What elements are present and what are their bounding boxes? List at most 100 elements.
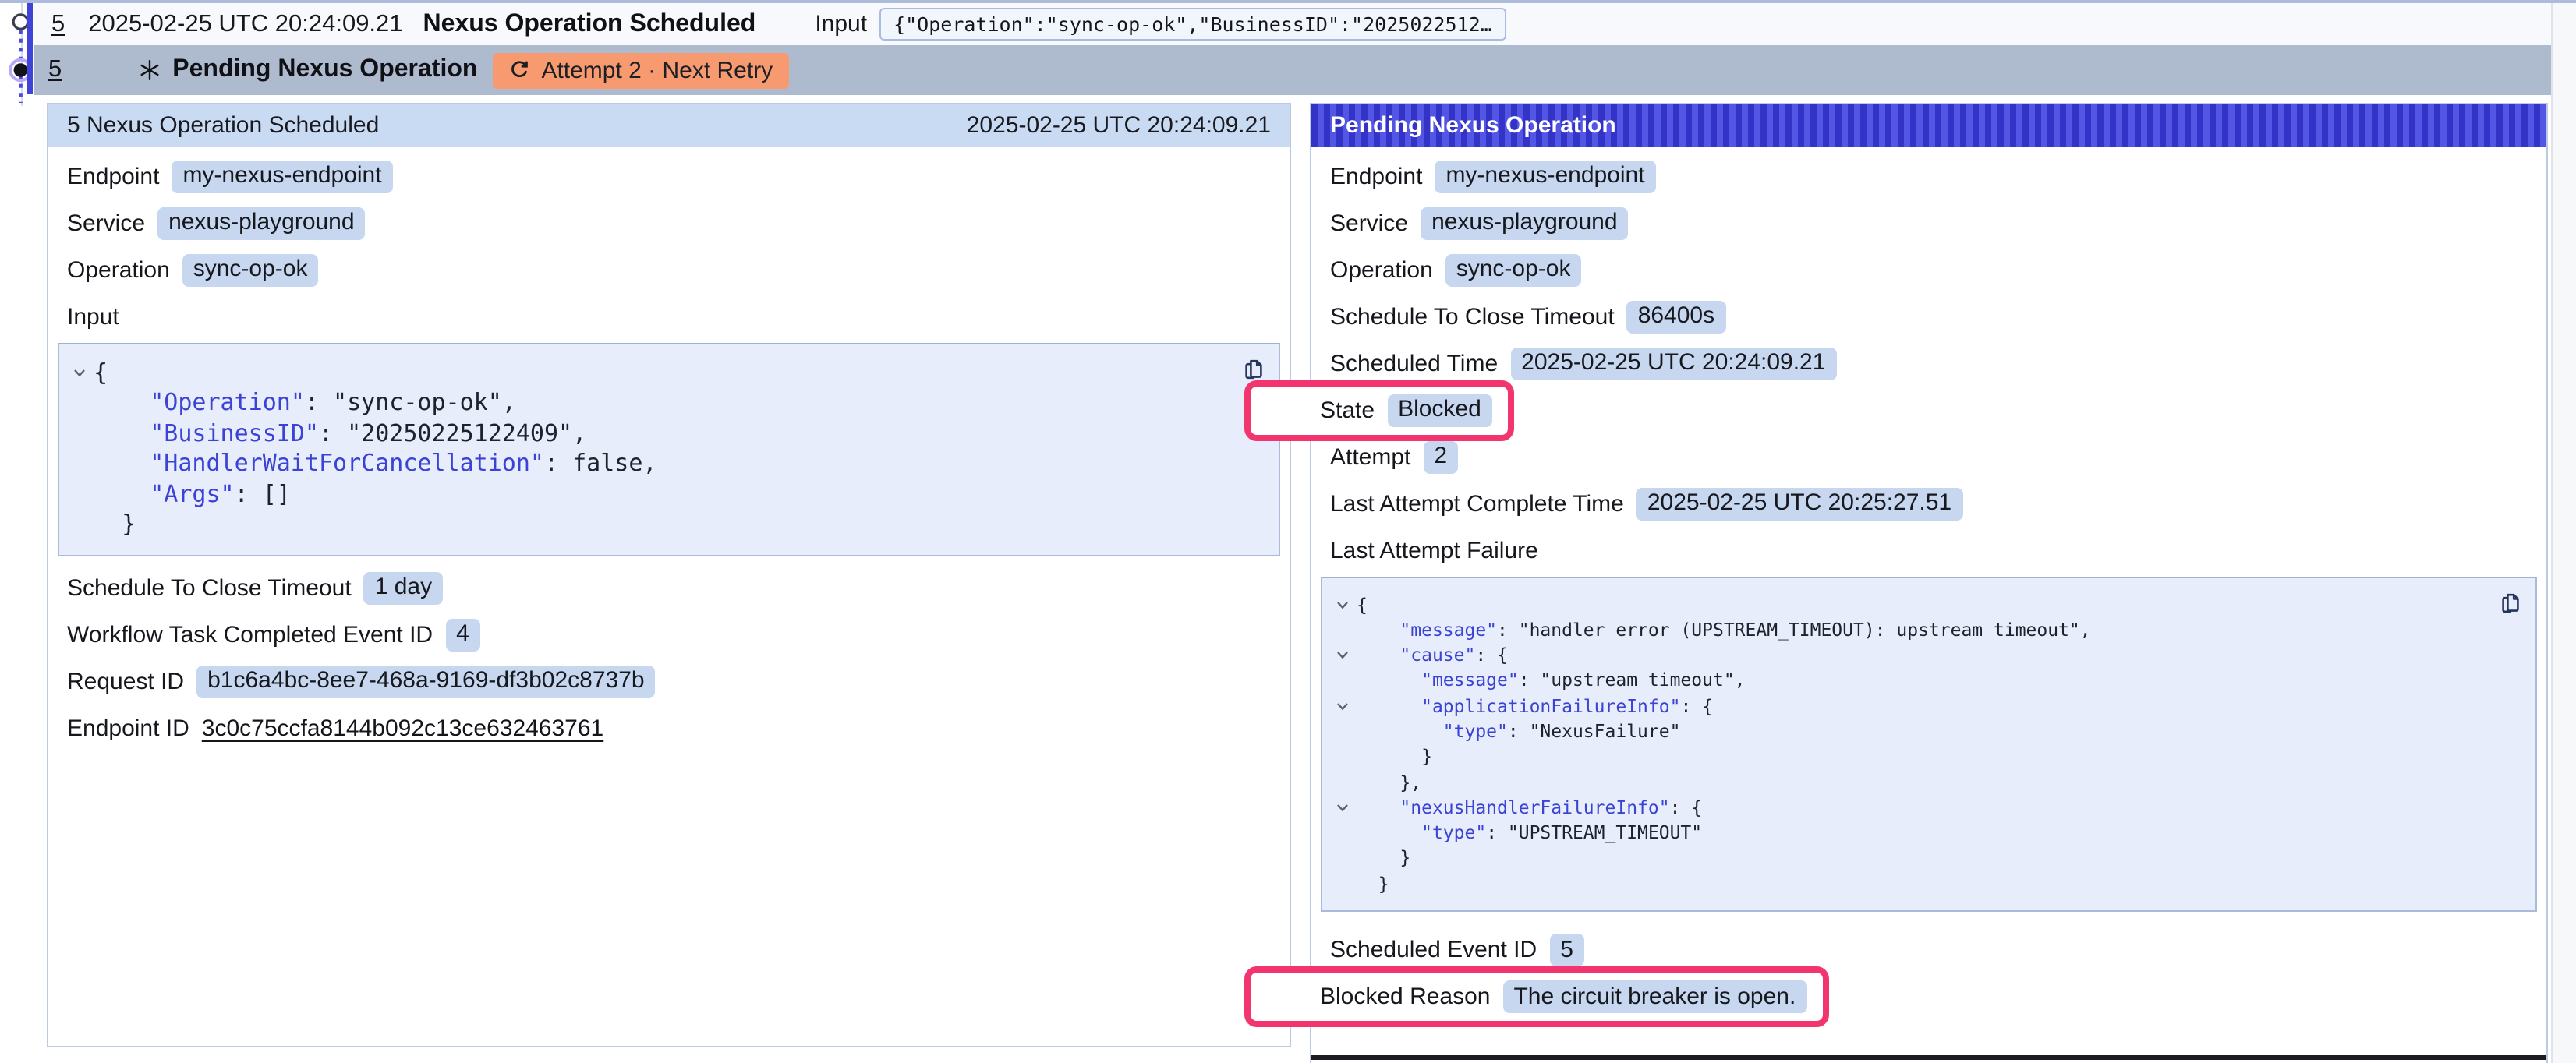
pending-star-icon — [138, 59, 160, 81]
json-code-block: { "Operation": "sync-op-ok", "BusinessID… — [58, 342, 1280, 556]
json-code-line: }, — [1329, 769, 2492, 795]
field-row: Schedule To Close Timeout 86400s — [1330, 300, 2528, 333]
json-code-line: } — [1329, 846, 2492, 871]
field-label: Endpoint — [1330, 163, 1422, 189]
panel-bottom-border — [1311, 1055, 2546, 1059]
field-row: Blocked ReasonThe circuit breaker is ope… — [1330, 980, 2528, 1013]
chevron-down-icon[interactable] — [1329, 693, 1357, 719]
field-row: Operation sync-op-ok — [67, 253, 1271, 286]
chevron-spacer — [1329, 846, 1357, 871]
scheduled-panel-header: 5 Nexus Operation Scheduled 2025-02-25 U… — [48, 104, 1290, 146]
chevron-spacer — [65, 388, 94, 418]
chevron-spacer — [1329, 820, 1357, 846]
copy-icon[interactable] — [1241, 356, 1266, 381]
json-code-line: "applicationFailureInfo": { — [1329, 693, 2492, 719]
field-value-chip: sync-op-ok — [182, 253, 319, 286]
field-value-chip: my-nexus-endpoint — [172, 160, 392, 192]
chevron-spacer — [1329, 668, 1357, 694]
chevron-spacer — [65, 418, 94, 449]
input-label: Input — [815, 11, 867, 37]
annotation-highlight: Blocked Reason The circuit breaker is ope… — [1244, 966, 1828, 1027]
json-code-block: { "message": "handler error (UPSTREAM_TI… — [1321, 576, 2537, 912]
json-code-line: } — [1329, 744, 2492, 770]
chevron-down-icon[interactable] — [1329, 592, 1357, 617]
scrollbar-track[interactable] — [2551, 3, 2576, 1063]
chevron-spacer — [1329, 719, 1357, 744]
json-code-line: "HandlerWaitForCancellation": false, — [65, 449, 1235, 479]
json-code-line: "message": "handler error (UPSTREAM_TIME… — [1329, 617, 2492, 643]
field-row: Schedule To Close Timeout1 day — [67, 571, 1271, 604]
field-label: Service — [67, 210, 145, 236]
field-value-chip: 2 — [1423, 440, 1458, 473]
json-code-line: "Args": [] — [65, 479, 1235, 510]
field-value-chip: 2025-02-25 UTC 20:25:27.51 — [1637, 487, 1962, 520]
field-label: Last Attempt Complete Time — [1330, 490, 1624, 517]
field-value-chip: my-nexus-endpoint — [1435, 160, 1655, 192]
chevron-down-icon[interactable] — [1329, 642, 1357, 668]
chevron-spacer — [65, 449, 94, 479]
retry-badge: Attempt 2 · Next Retry — [493, 52, 788, 88]
field-label: Last Attempt Failure — [1330, 537, 1538, 563]
pending-operation-panel: Pending Nexus Operation Endpoint my-nexus… — [1310, 103, 2548, 1063]
event-row-pending[interactable]: 5 Pending Nexus Operation Attempt 2 · Ne… — [34, 45, 2551, 95]
field-row: Service nexus-playground — [1330, 207, 2528, 239]
field-value-chip: Blocked — [1387, 394, 1492, 426]
input-preview-chip[interactable]: {"Operation":"sync-op-ok","BusinessID":"… — [879, 8, 1506, 41]
copy-icon[interactable] — [2498, 590, 2523, 615]
pending-panel-header: Pending Nexus Operation — [1311, 104, 2546, 146]
chevron-spacer — [1329, 871, 1357, 897]
field-label: Operation — [67, 256, 170, 283]
field-value-chip: sync-op-ok — [1445, 253, 1582, 286]
field-label: Input — [67, 303, 119, 330]
field-value-chip: 4 — [445, 618, 480, 651]
field-value-chip: 5 — [1549, 934, 1584, 966]
scheduled-event-panel: 5 Nexus Operation Scheduled 2025-02-25 U… — [47, 103, 1291, 1047]
event-id-link[interactable]: 5 — [51, 10, 65, 38]
chevron-down-icon[interactable] — [65, 358, 94, 388]
field-value-chip: 2025-02-25 UTC 20:24:09.21 — [1510, 347, 1836, 380]
field-label: Attempt — [1330, 443, 1410, 470]
field-row: Workflow Task Completed Event ID4 — [67, 618, 1271, 651]
annotation-highlight: StateBlocked — [1244, 380, 1514, 440]
retry-badge-label: Attempt 2 · Next Retry — [541, 57, 773, 83]
json-code-line: "nexusHandlerFailureInfo": { — [1329, 795, 2492, 821]
field-row: Endpoint my-nexus-endpoint — [67, 160, 1271, 192]
json-code-line: } — [65, 510, 1235, 540]
field-value-chip: The circuit breaker is open. — [1502, 980, 1806, 1013]
field-label: Endpoint — [67, 163, 159, 189]
endpoint-id-link[interactable]: 3c0c75ccfa8144b092c13ce632463761 — [202, 715, 603, 741]
selected-event-indicator — [26, 3, 33, 94]
field-label: Scheduled Time — [1330, 350, 1498, 376]
panel-title: Pending Nexus Operation — [1330, 112, 1616, 139]
field-label: Blocked Reason — [1320, 984, 1490, 1010]
event-row-scheduled[interactable]: 5 2025-02-25 UTC 20:24:09.21 Nexus Opera… — [34, 3, 2551, 45]
event-timeline — [0, 3, 44, 106]
chevron-spacer — [65, 510, 94, 540]
field-label: Request ID — [67, 668, 184, 694]
chevron-down-icon[interactable] — [1329, 795, 1357, 821]
field-row: Last Attempt Failure — [1330, 534, 2528, 567]
field-row: Attempt 2 — [1330, 440, 2528, 473]
field-label: Schedule To Close Timeout — [1330, 303, 1615, 330]
field-label: Service — [1330, 210, 1408, 236]
field-value-chip: b1c6a4bc-8ee7-468a-9169-df3b02c8737b — [196, 665, 655, 697]
field-value-chip: 1 day — [364, 571, 443, 604]
field-label: Operation — [1330, 256, 1433, 283]
field-value-chip: 86400s — [1627, 300, 1725, 333]
field-row: Endpoint ID 3c0c75ccfa8144b092c13ce632463… — [67, 712, 1271, 744]
field-value-chip: nexus-playground — [1421, 207, 1629, 239]
field-row: Request ID b1c6a4bc-8ee7-468a-9169-df3b02… — [67, 665, 1271, 697]
event-history-rows: 5 2025-02-25 UTC 20:24:09.21 Nexus Opera… — [0, 3, 2551, 95]
event-time: 2025-02-25 UTC 20:24:09.21 — [88, 10, 402, 38]
retry-icon — [508, 59, 530, 81]
chevron-spacer — [65, 479, 94, 510]
field-row: StateBlocked — [1330, 394, 2528, 426]
json-code-line: "message": "upstream timeout", — [1329, 668, 2492, 694]
event-id-link[interactable]: 5 — [48, 56, 62, 84]
field-row: Input — [67, 300, 1271, 333]
field-label: Scheduled Event ID — [1330, 937, 1537, 963]
panel-title: 5 Nexus Operation Scheduled — [67, 112, 379, 139]
json-code-line: "type": "NexusFailure" — [1329, 719, 2492, 744]
event-details-view: 5 2025-02-25 UTC 20:24:09.21 Nexus Opera… — [0, 0, 2576, 1063]
field-label: Endpoint ID — [67, 715, 189, 741]
